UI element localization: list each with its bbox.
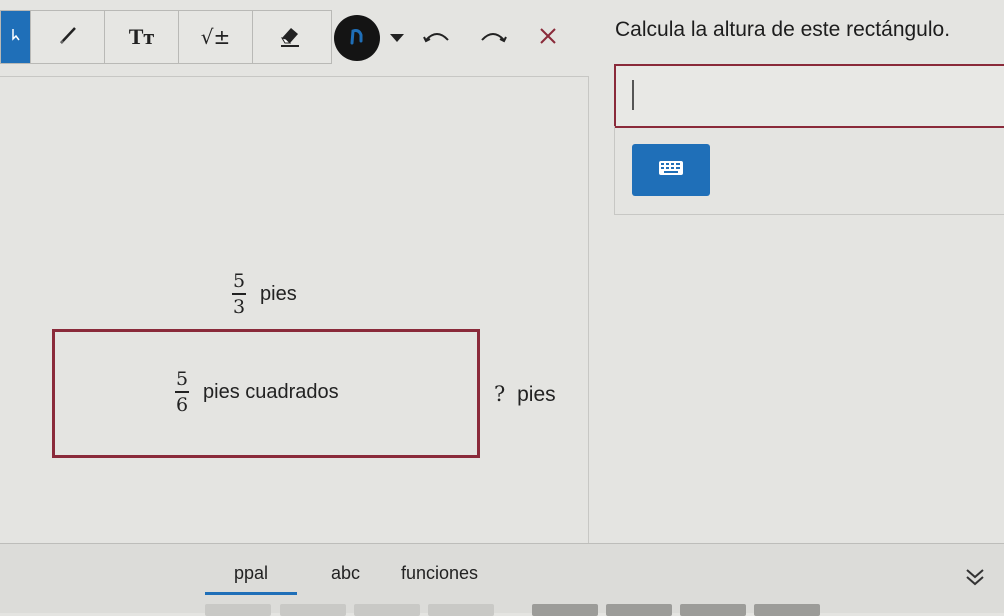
key-row-top: [680, 604, 746, 616]
answer-panel: [614, 126, 1004, 215]
pen-options-chevron-down-icon[interactable]: [390, 34, 404, 42]
text-tool-button[interactable]: Tт: [105, 11, 179, 63]
key-row-top: [754, 604, 820, 616]
pen-stroke-icon: [347, 27, 367, 50]
keyboard-tabs: ppal abc funciones: [0, 544, 1004, 613]
height-unit: pies: [517, 383, 556, 406]
select-tool-button[interactable]: [1, 11, 31, 63]
pencil-icon: [57, 24, 79, 51]
key-row-top: [428, 604, 494, 616]
height-label: ? pies: [494, 382, 556, 407]
key-row-top: [280, 604, 346, 616]
tab-funciones[interactable]: funciones: [401, 563, 478, 584]
key-row-top: [354, 604, 420, 616]
fraction-bar: [175, 391, 189, 393]
tab-abc[interactable]: abc: [331, 563, 360, 584]
pencil-tool-button[interactable]: [31, 11, 105, 63]
undo-icon[interactable]: [422, 28, 452, 49]
area-fraction: 5 6: [175, 368, 189, 416]
keyboard-toggle-button[interactable]: [632, 144, 710, 196]
eraser-tool-button[interactable]: [253, 11, 327, 63]
drawing-toolbar: Tт √±: [0, 10, 332, 64]
answer-input[interactable]: [614, 64, 1004, 128]
width-denominator: 3: [232, 296, 246, 318]
key-row-top: [532, 604, 598, 616]
area-label: 5 6 pies cuadrados: [175, 368, 339, 416]
math-tool-label: √±: [200, 25, 231, 49]
width-label: 5 3 pies: [232, 270, 297, 318]
toolbar-extras: [330, 14, 558, 62]
key-row-top: [606, 604, 672, 616]
fraction-bar: [232, 293, 246, 295]
tab-ppal[interactable]: ppal: [234, 563, 268, 584]
keyboard-icon: [658, 160, 684, 181]
pointer-icon: [11, 28, 21, 47]
key-row-top: [205, 604, 271, 616]
math-tool-button[interactable]: √±: [179, 11, 253, 63]
area-unit: pies cuadrados: [203, 380, 339, 403]
text-tool-label: Tт: [128, 24, 155, 49]
active-tab-indicator: [205, 592, 297, 595]
collapse-keyboard-icon[interactable]: [964, 567, 986, 592]
redo-icon[interactable]: [478, 28, 508, 49]
width-fraction: 5 3: [232, 270, 246, 318]
text-cursor: [632, 80, 634, 110]
area-denominator: 6: [175, 394, 189, 416]
clear-close-icon[interactable]: [538, 26, 558, 51]
height-unknown: ?: [494, 382, 506, 406]
eraser-icon: [276, 22, 304, 53]
width-numerator: 5: [232, 270, 246, 292]
width-unit: pies: [260, 282, 297, 305]
question-prompt: Calcula la altura de este rectángulo.: [615, 18, 951, 41]
area-numerator: 5: [175, 368, 189, 390]
pen-color-button[interactable]: [334, 15, 380, 61]
